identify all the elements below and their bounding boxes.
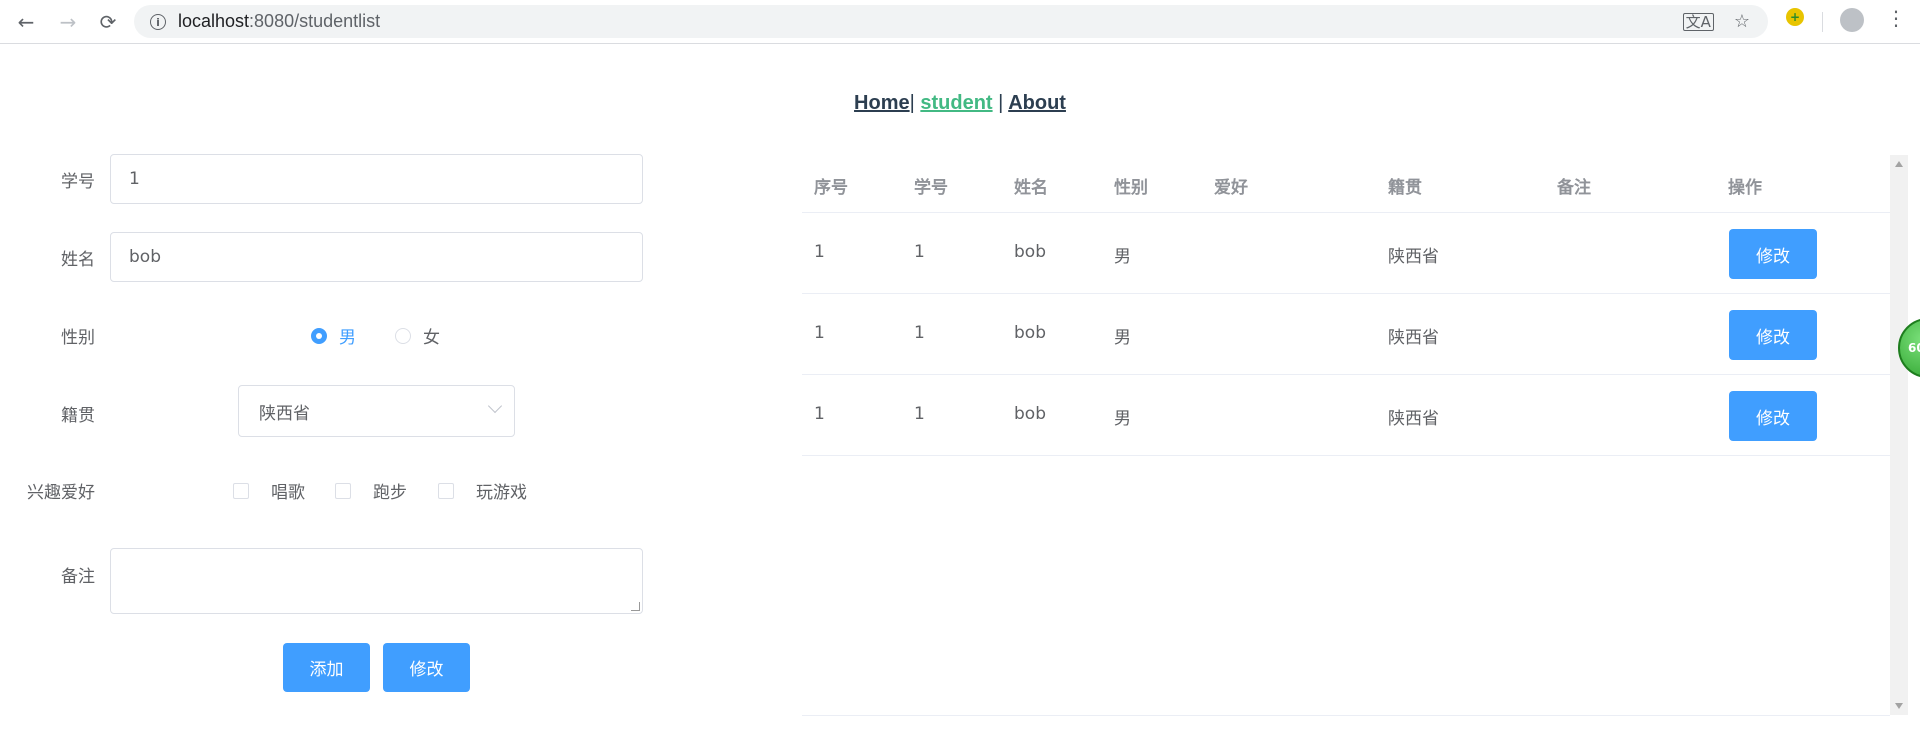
row-edit-button[interactable]: 修改: [1729, 229, 1817, 279]
checkbox-label: 跑步: [373, 483, 407, 503]
bookmark-star-icon[interactable]: ☆: [1734, 11, 1750, 32]
table-row: 1 1 bob 男 陕西省 修改: [802, 213, 1890, 294]
col-header-origin: 籍贯: [1388, 178, 1422, 198]
reload-icon[interactable]: ⟳: [94, 8, 122, 36]
hobby-label: 兴趣爱好: [27, 483, 95, 503]
add-button[interactable]: 添加: [283, 643, 370, 692]
col-header-gender: 性别: [1114, 178, 1148, 198]
nav-about-link[interactable]: About: [1008, 92, 1066, 114]
checkbox-label: 玩游戏: [476, 483, 527, 503]
cell-origin: 陕西省: [1388, 409, 1439, 429]
cell-gender: 男: [1114, 247, 1131, 267]
resize-handle-icon[interactable]: [631, 602, 640, 611]
row-edit-button[interactable]: 修改: [1729, 310, 1817, 360]
radio-label: 男: [339, 328, 356, 348]
row-edit-button[interactable]: 修改: [1729, 391, 1817, 441]
url-text: localhost:8080/studentlist: [178, 11, 381, 31]
cell-name: bob: [1014, 404, 1046, 424]
cell-index: 1: [814, 323, 825, 343]
nav-separator: |: [998, 92, 1004, 114]
cell-name: bob: [1014, 323, 1046, 343]
page-scrollbar[interactable]: [1890, 155, 1908, 715]
menu-kebab-icon[interactable]: ⋮: [1886, 6, 1906, 30]
hobby-checkbox-run[interactable]: 跑步: [335, 478, 407, 503]
col-header-name: 姓名: [1014, 178, 1048, 198]
checkbox-icon: [233, 482, 249, 499]
nav-separator: |: [909, 92, 915, 114]
browser-toolbar: ← → ⟳ i localhost:8080/studentlist 文A ☆ …: [0, 0, 1920, 44]
address-bar[interactable]: i localhost:8080/studentlist 文A ☆: [134, 5, 1768, 38]
name-label: 姓名: [61, 250, 95, 270]
gender-radio-male[interactable]: 男: [311, 323, 356, 348]
back-icon[interactable]: ←: [12, 8, 40, 36]
checkbox-icon: [335, 482, 351, 499]
col-header-note: 备注: [1557, 178, 1591, 198]
gender-radio-female[interactable]: 女: [395, 323, 440, 348]
checkbox-icon: [438, 482, 454, 499]
radio-checked-icon: [311, 327, 327, 344]
scroll-down-arrow-icon[interactable]: [1895, 703, 1903, 709]
student-table: 序号 学号 姓名 性别 爱好 籍贯 备注 操作 1 1 bob 男 陕西省 修改…: [802, 155, 1890, 716]
extension-icon[interactable]: +: [1786, 8, 1804, 26]
toolbar-divider: [1822, 12, 1823, 32]
table-bottom-border: [802, 715, 1890, 716]
col-header-index: 序号: [814, 178, 848, 198]
nav-student-link[interactable]: student: [920, 92, 992, 114]
cell-id: 1: [914, 404, 925, 424]
top-nav: Home| student | About: [0, 92, 1920, 115]
checkbox-label: 唱歌: [271, 483, 305, 503]
edit-button[interactable]: 修改: [383, 643, 470, 692]
radio-unchecked-icon: [395, 327, 411, 344]
profile-avatar-icon[interactable]: [1840, 8, 1864, 32]
id-label: 学号: [61, 172, 95, 192]
chevron-down-icon: [487, 398, 503, 414]
radio-label: 女: [423, 328, 440, 348]
id-input[interactable]: 1: [110, 154, 643, 204]
hobby-checkbox-sing[interactable]: 唱歌: [233, 478, 305, 503]
origin-select-value: 陕西省: [259, 403, 310, 424]
hobby-checkbox-game[interactable]: 玩游戏: [438, 478, 527, 503]
table-row: 1 1 bob 男 陕西省 修改: [802, 375, 1890, 456]
origin-label: 籍贯: [61, 406, 95, 426]
table-row: 1 1 bob 男 陕西省 修改: [802, 294, 1890, 375]
col-header-action: 操作: [1728, 178, 1762, 198]
cell-origin: 陕西省: [1388, 328, 1439, 348]
note-textarea[interactable]: [110, 548, 643, 614]
cell-index: 1: [814, 242, 825, 262]
nav-home-link[interactable]: Home: [854, 92, 910, 114]
cell-id: 1: [914, 242, 925, 262]
cell-origin: 陕西省: [1388, 247, 1439, 267]
cell-gender: 男: [1114, 409, 1131, 429]
table-header: 序号 学号 姓名 性别 爱好 籍贯 备注 操作: [802, 155, 1890, 213]
forward-icon[interactable]: →: [54, 8, 82, 36]
cell-index: 1: [814, 404, 825, 424]
name-input[interactable]: bob: [110, 232, 643, 282]
scroll-up-arrow-icon[interactable]: [1895, 161, 1903, 167]
col-header-id: 学号: [914, 178, 948, 198]
cell-name: bob: [1014, 242, 1046, 262]
col-header-hobby: 爱好: [1214, 178, 1248, 198]
cell-gender: 男: [1114, 328, 1131, 348]
origin-select[interactable]: 陕西省: [238, 385, 515, 437]
info-icon[interactable]: i: [150, 13, 166, 30]
gender-label: 性别: [61, 328, 95, 348]
note-label: 备注: [61, 567, 95, 587]
cell-id: 1: [914, 323, 925, 343]
translate-icon[interactable]: 文A: [1682, 12, 1714, 31]
